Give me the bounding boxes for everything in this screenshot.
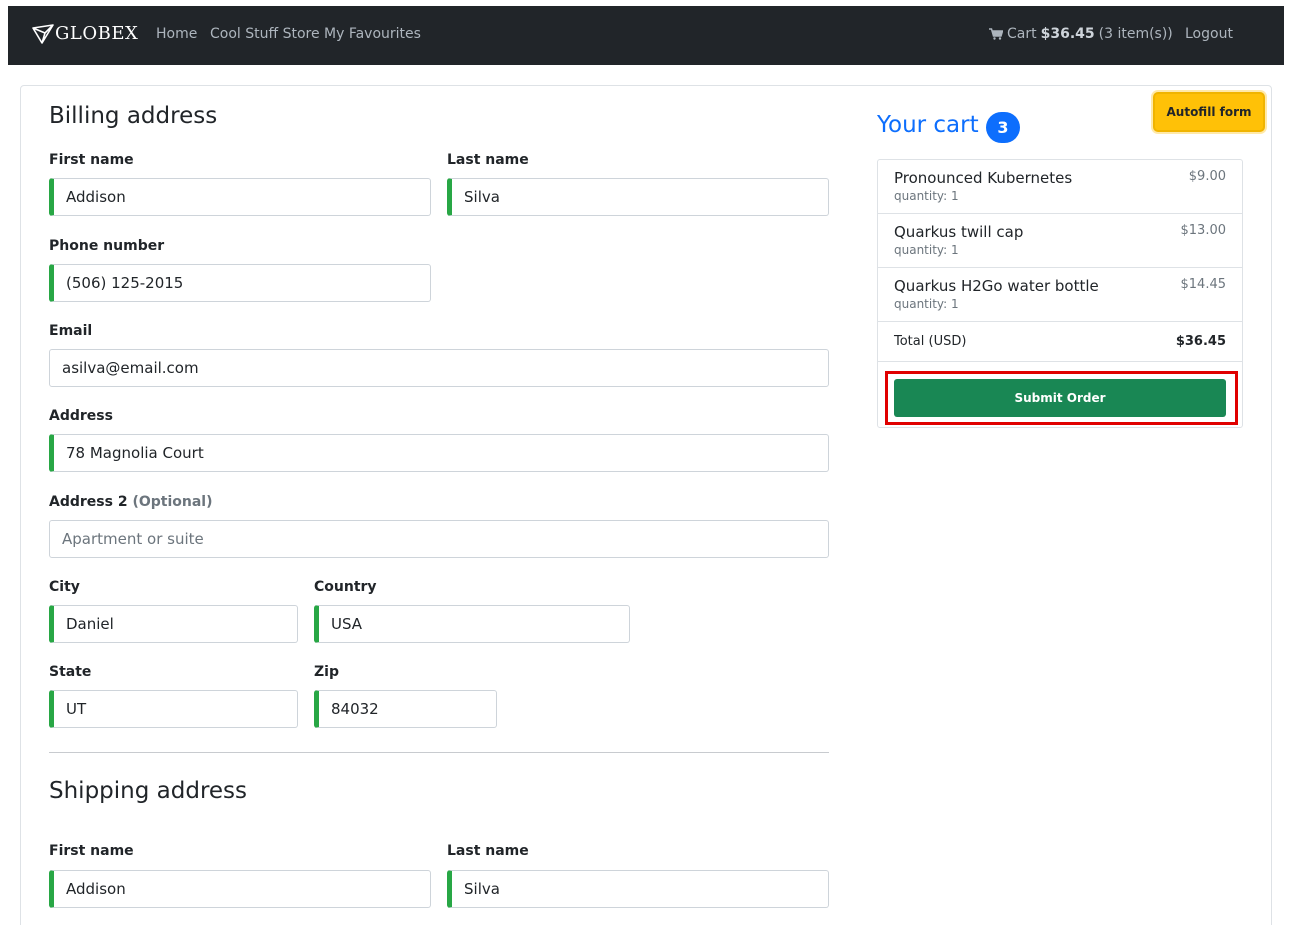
cart-total-label: Total (USD): [894, 334, 967, 349]
nav-cart-item-count: (3 item(s)): [1098, 26, 1173, 42]
cart-item-quantity: quantity: 1: [894, 297, 959, 311]
cart-total-value: $36.45: [1175, 334, 1226, 349]
cart-item: Pronounced Kubernetes quantity: 1 $9.00: [878, 160, 1242, 214]
cart-item-quantity: quantity: 1: [894, 189, 959, 203]
billing-address2-label: Address 2 (Optional): [49, 494, 212, 510]
shipping-title: Shipping address: [49, 778, 248, 804]
billing-country-label: Country: [314, 579, 377, 595]
shipping-last-name-input[interactable]: [447, 870, 829, 908]
section-divider: [49, 752, 829, 753]
nav-link-home[interactable]: Home: [156, 26, 197, 42]
brand-logo[interactable]: GLOBEX: [32, 23, 138, 44]
shipping-last-name-label: Last name: [447, 843, 529, 859]
billing-phone-label: Phone number: [49, 238, 165, 254]
cart-item-quantity: quantity: 1: [894, 243, 959, 257]
billing-address-label: Address: [49, 408, 113, 424]
top-navbar: GLOBEX Home Cool Stuff Store My Favourit…: [8, 6, 1284, 65]
billing-last-name-input[interactable]: [447, 178, 829, 216]
billing-email-input[interactable]: [49, 349, 829, 387]
billing-city-input[interactable]: [49, 605, 298, 643]
billing-title: Billing address: [49, 103, 218, 129]
billing-phone-input[interactable]: [49, 264, 431, 302]
shipping-first-name-label: First name: [49, 843, 134, 859]
cart-item-price: $13.00: [1180, 223, 1227, 238]
cart-item: Quarkus H2Go water bottle quantity: 1 $1…: [878, 268, 1242, 322]
billing-city-label: City: [49, 579, 80, 595]
billing-address-input[interactable]: [49, 434, 829, 472]
cart-total-row: Total (USD) $36.45: [878, 322, 1242, 362]
cart-item: Quarkus twill cap quantity: 1 $13.00: [878, 214, 1242, 268]
billing-zip-label: Zip: [314, 664, 339, 680]
nav-cart-label: Cart: [1007, 26, 1037, 42]
billing-state-input[interactable]: [49, 690, 298, 728]
cart-item-price: $9.00: [1188, 169, 1226, 184]
cart-item-name: Quarkus twill cap: [894, 223, 1024, 241]
billing-zip-input[interactable]: [314, 690, 497, 728]
billing-address2-optional: (Optional): [132, 494, 213, 510]
cart-count-badge: 3: [986, 112, 1020, 143]
autofill-form-button[interactable]: Autofill form: [1153, 92, 1265, 132]
billing-address2-label-text: Address 2: [49, 494, 128, 510]
billing-first-name-input[interactable]: [49, 178, 431, 216]
billing-email-label: Email: [49, 323, 93, 339]
globex-logo-icon: [32, 23, 54, 44]
billing-state-label: State: [49, 664, 92, 680]
brand-name: GLOBEX: [55, 23, 139, 44]
nav-cart-link[interactable]: Cart $36.45 (3 item(s)): [989, 26, 1173, 42]
nav-cart-total: $36.45: [1040, 26, 1095, 42]
cart-item-price: $14.45: [1180, 277, 1227, 292]
cart-item-name: Quarkus H2Go water bottle: [894, 277, 1099, 295]
cart-item-name: Pronounced Kubernetes: [894, 169, 1073, 187]
shipping-first-name-input[interactable]: [49, 870, 431, 908]
nav-link-my-favourites[interactable]: My Favourites: [324, 26, 421, 42]
billing-first-name-label: First name: [49, 152, 134, 168]
logout-link[interactable]: Logout: [1185, 26, 1233, 42]
nav-link-cool-stuff-store[interactable]: Cool Stuff Store: [210, 26, 320, 42]
billing-address2-input[interactable]: [49, 520, 829, 558]
shopping-cart-icon: [989, 28, 1003, 40]
billing-last-name-label: Last name: [447, 152, 529, 168]
cart-title: Your cart: [877, 112, 979, 138]
billing-country-input[interactable]: [314, 605, 630, 643]
submit-order-button[interactable]: Submit Order: [894, 379, 1226, 417]
